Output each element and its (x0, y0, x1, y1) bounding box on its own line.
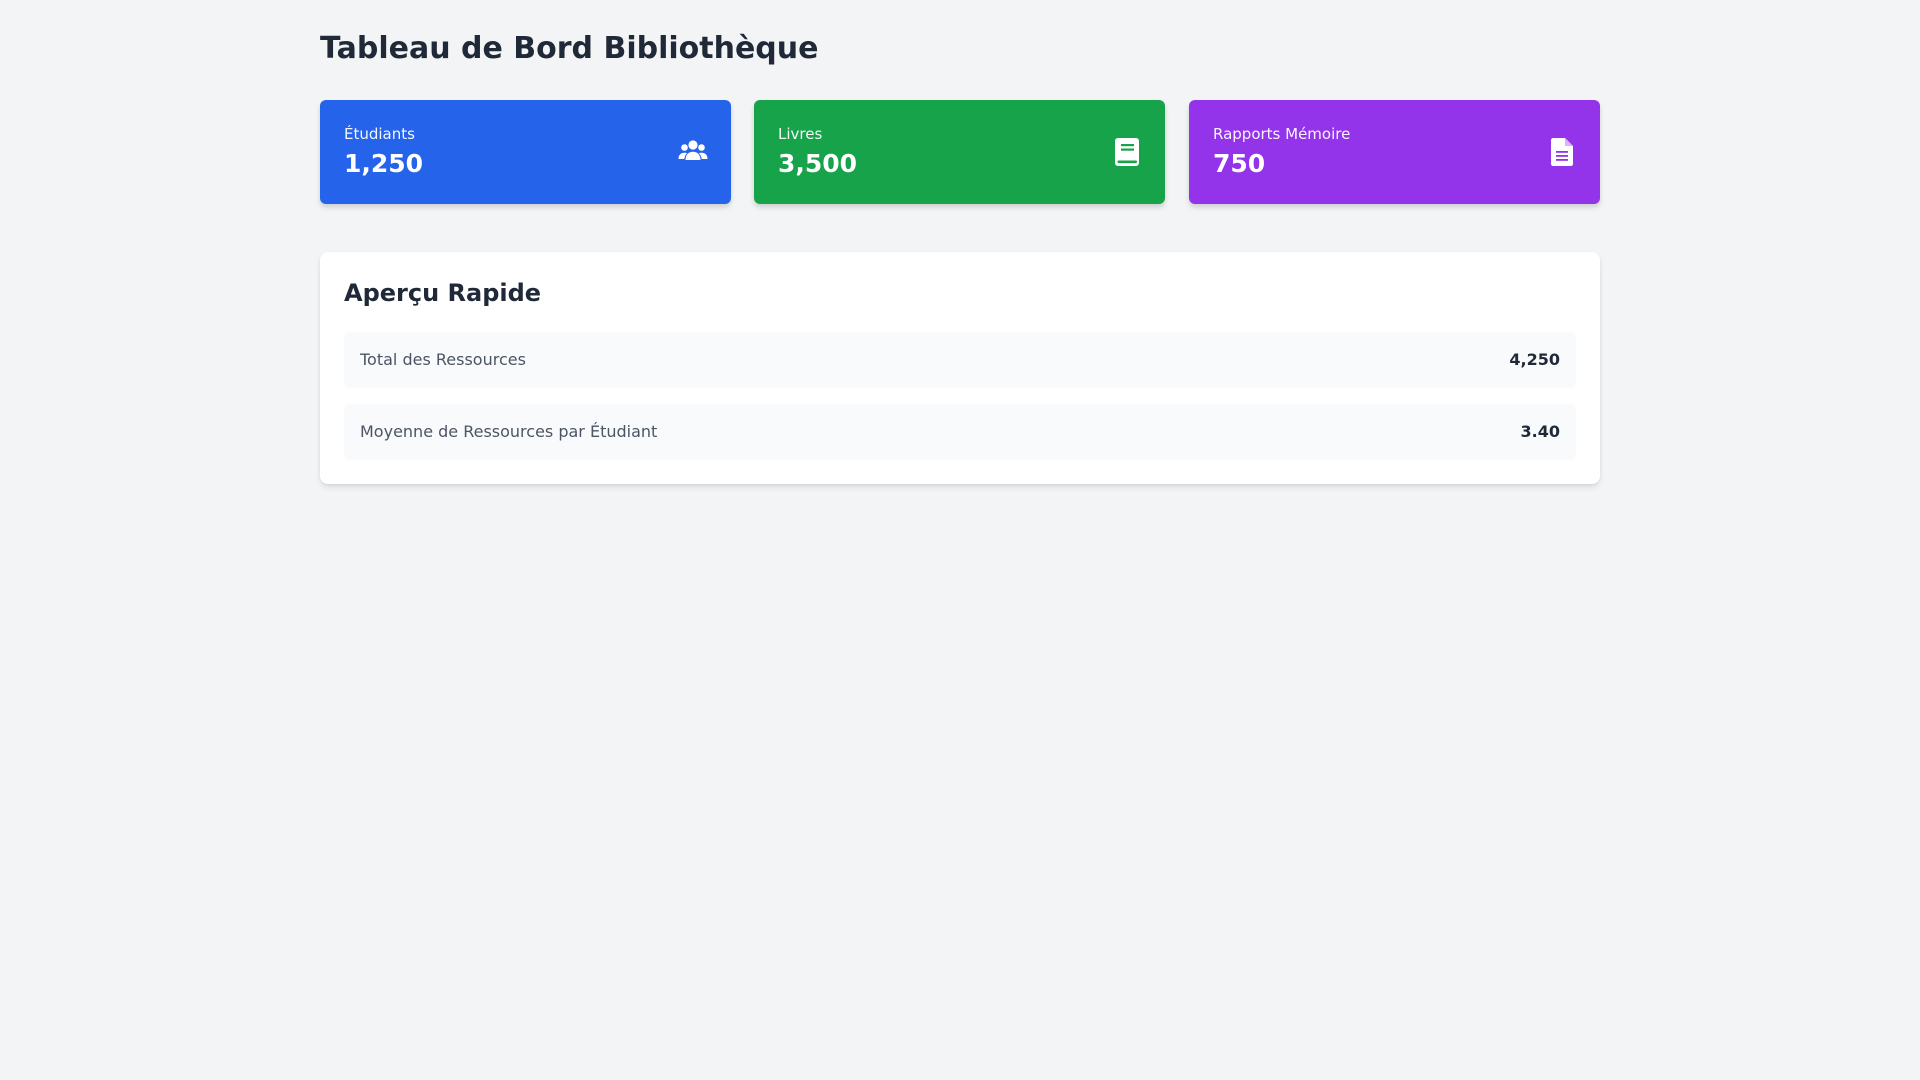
card-books[interactable]: Livres 3,500 (754, 100, 1165, 204)
panel-title: Aperçu Rapide (344, 279, 542, 307)
card-reports[interactable]: Rapports Mémoire 750 (1189, 100, 1600, 204)
stat-row-average-per-student: Moyenne de Ressources par Étudiant 3.40 (344, 404, 1576, 460)
book-icon (1111, 136, 1143, 168)
stat-label: Total des Ressources (360, 350, 526, 369)
card-students-label: Étudiants (344, 125, 415, 143)
stat-value: 4,250 (1509, 350, 1560, 369)
card-reports-label: Rapports Mémoire (1213, 125, 1351, 143)
document-icon (1546, 136, 1578, 168)
users-icon (677, 136, 709, 168)
stat-cards: Étudiants 1,250 Livres 3,500 Rapports Mé… (320, 100, 1600, 204)
card-reports-value: 750 (1213, 149, 1266, 178)
page-title: Tableau de Bord Bibliothèque (320, 31, 819, 66)
card-students-value: 1,250 (344, 149, 424, 178)
card-books-label: Livres (778, 125, 823, 143)
stat-label: Moyenne de Ressources par Étudiant (360, 422, 658, 441)
card-students[interactable]: Étudiants 1,250 (320, 100, 731, 204)
card-books-value: 3,500 (778, 149, 858, 178)
quick-overview-panel: Aperçu Rapide Total des Ressources 4,250… (320, 252, 1600, 484)
stat-value: 3.40 (1520, 422, 1560, 441)
stat-row-total-resources: Total des Ressources 4,250 (344, 332, 1576, 388)
